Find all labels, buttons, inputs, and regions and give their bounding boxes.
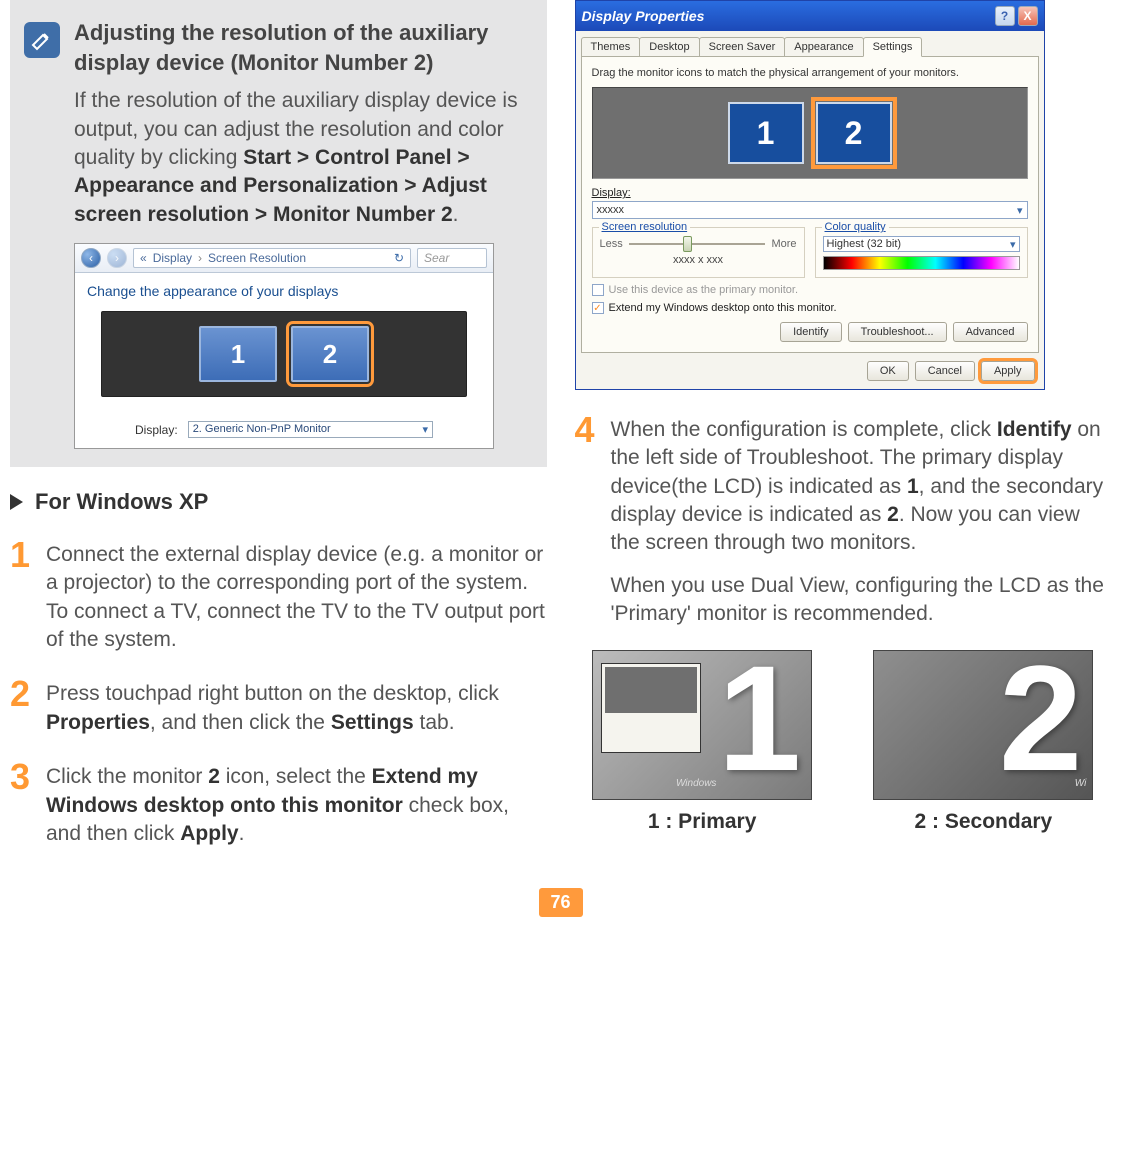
xp-monitor-2[interactable]: 2 — [816, 102, 892, 164]
primary-monitor-checkbox-row: Use this device as the primary monitor. — [592, 284, 1028, 296]
chevron-down-icon: ▾ — [1010, 238, 1016, 251]
breadcrumb-screenres: Screen Resolution — [208, 251, 306, 265]
tab-screen-saver[interactable]: Screen Saver — [699, 37, 786, 56]
search-input[interactable]: Sear — [417, 248, 487, 268]
step-4-recommendation: When you use Dual View, configuring the … — [611, 572, 1112, 629]
step-2-number: 2 — [10, 676, 38, 737]
color-spectrum-bar — [823, 256, 1020, 270]
resolution-slider[interactable] — [629, 243, 766, 245]
xp-monitor-1[interactable]: 1 — [728, 102, 804, 164]
slider-less-label: Less — [600, 238, 623, 250]
identify-secondary: 2 Wi 2 : Secondary — [856, 650, 1111, 834]
refresh-icon[interactable]: ↻ — [394, 251, 404, 265]
xp-instruction: Drag the monitor icons to match the phys… — [592, 67, 1028, 79]
step-1: 1 Connect the external display device (e… — [10, 537, 547, 654]
identify-secondary-caption: 2 : Secondary — [856, 810, 1111, 834]
color-quality-dropdown[interactable]: Highest (32 bit)▾ — [823, 236, 1020, 252]
step-2-body: Press touchpad right button on the deskt… — [46, 676, 547, 737]
cancel-button[interactable]: Cancel — [915, 361, 975, 381]
folder-icon: « — [140, 251, 147, 265]
troubleshoot-button[interactable]: Troubleshoot... — [848, 322, 947, 342]
color-quality-group: Color quality Highest (32 bit)▾ — [815, 227, 1028, 278]
section-title: For Windows XP — [35, 489, 208, 515]
xp-monitor-area[interactable]: 1 2 — [592, 87, 1028, 179]
primary-monitor-checkbox — [592, 284, 604, 296]
windows-logo-icon: Wi — [1075, 778, 1087, 789]
forward-button[interactable]: › — [107, 248, 127, 268]
mini-dialog-icon — [601, 663, 701, 753]
primary-monitor-label: Use this device as the primary monitor. — [609, 284, 799, 296]
xp-tabs: Themes Desktop Screen Saver Appearance S… — [576, 31, 1044, 56]
step-2: 2 Press touchpad right button on the des… — [10, 676, 547, 737]
breadcrumb-bar: ‹ › « Display › Screen Resolution ↻ Sear — [75, 244, 493, 273]
pencil-note-icon — [24, 22, 60, 58]
triangle-right-icon — [10, 494, 23, 510]
identify-primary-image: 1 Windows — [592, 650, 812, 800]
xp-display-label: Display: — [592, 187, 1028, 199]
slider-more-label: More — [771, 238, 796, 250]
identify-secondary-image: 2 Wi — [873, 650, 1093, 800]
close-button[interactable]: X — [1018, 6, 1038, 26]
monitor-1-icon[interactable]: 1 — [199, 326, 277, 382]
tab-settings[interactable]: Settings — [863, 37, 923, 57]
screen-resolution-group: Screen resolution Less More xxxx x xxx — [592, 227, 805, 278]
back-button[interactable]: ‹ — [81, 248, 101, 268]
identify-button[interactable]: Identify — [780, 322, 841, 342]
step-1-body: Connect the external display device (e.g… — [46, 537, 547, 654]
step-4-number: 4 — [575, 412, 603, 628]
windows-logo-icon: Windows — [676, 778, 716, 789]
identify-primary-caption: 1 : Primary — [575, 810, 830, 834]
xp-titlebar[interactable]: Display Properties ? X — [576, 1, 1044, 31]
breadcrumb-field[interactable]: « Display › Screen Resolution ↻ — [133, 248, 411, 268]
xp-display-dropdown[interactable]: xxxxx▾ — [592, 201, 1028, 219]
note-body-post: . — [453, 203, 459, 226]
identify-number-2: 2 — [999, 650, 1082, 793]
vista-screenshot: ‹ › « Display › Screen Resolution ↻ Sear… — [74, 243, 494, 449]
xp-settings-panel: Drag the monitor icons to match the phys… — [581, 56, 1039, 353]
extend-desktop-checkbox[interactable]: ✓ — [592, 302, 604, 314]
xp-display-properties-dialog: Display Properties ? X Themes Desktop Sc… — [575, 0, 1045, 390]
identify-number-1: 1 — [718, 650, 801, 793]
monitor-2-icon[interactable]: 2 — [291, 326, 369, 382]
extend-desktop-checkbox-row[interactable]: ✓ Extend my Windows desktop onto this mo… — [592, 302, 1028, 314]
tab-themes[interactable]: Themes — [581, 37, 641, 56]
step-4: 4 When the configuration is complete, cl… — [575, 412, 1112, 628]
step-3-body: Click the monitor 2 icon, select the Ext… — [46, 759, 547, 848]
step-3-number: 3 — [10, 759, 38, 848]
xp-title-text: Display Properties — [582, 8, 705, 24]
resolution-value: xxxx x xxx — [600, 254, 797, 266]
display-label: Display: — [135, 423, 178, 437]
chevron-down-icon: ▾ — [1017, 204, 1023, 217]
monitor-layout-area[interactable]: 1 2 — [101, 311, 467, 397]
slider-thumb[interactable] — [683, 236, 692, 252]
tab-appearance[interactable]: Appearance — [784, 37, 863, 56]
identify-primary: 1 Windows 1 : Primary — [575, 650, 830, 834]
advanced-button[interactable]: Advanced — [953, 322, 1028, 342]
breadcrumb-display: Display — [153, 251, 192, 265]
extend-desktop-label: Extend my Windows desktop onto this moni… — [609, 302, 837, 314]
ok-button[interactable]: OK — [867, 361, 909, 381]
display-dropdown[interactable]: 2. Generic Non-PnP Monitor ▾ — [188, 421, 433, 438]
step-3: 3 Click the monitor 2 icon, select the E… — [10, 759, 547, 848]
page-number: 76 — [539, 888, 583, 917]
vista-heading: Change the appearance of your displays — [75, 273, 493, 305]
note-box: Adjusting the resolution of the auxiliar… — [10, 0, 547, 467]
note-title: Adjusting the resolution of the auxiliar… — [74, 18, 525, 77]
screen-resolution-title: Screen resolution — [599, 221, 691, 233]
step-4-body: When the configuration is complete, clic… — [611, 412, 1112, 628]
apply-button[interactable]: Apply — [981, 361, 1035, 381]
section-for-windows-xp: For Windows XP — [10, 489, 547, 515]
color-quality-title: Color quality — [822, 221, 889, 233]
help-button[interactable]: ? — [995, 6, 1015, 26]
note-body: If the resolution of the auxiliary displ… — [74, 87, 525, 229]
chevron-down-icon: ▾ — [422, 423, 428, 436]
tab-desktop[interactable]: Desktop — [639, 37, 699, 56]
chevron-right-icon: › — [198, 251, 202, 265]
identify-screenshots: 1 Windows 1 : Primary 2 Wi 2 : Secondary — [575, 650, 1112, 834]
step-1-number: 1 — [10, 537, 38, 654]
